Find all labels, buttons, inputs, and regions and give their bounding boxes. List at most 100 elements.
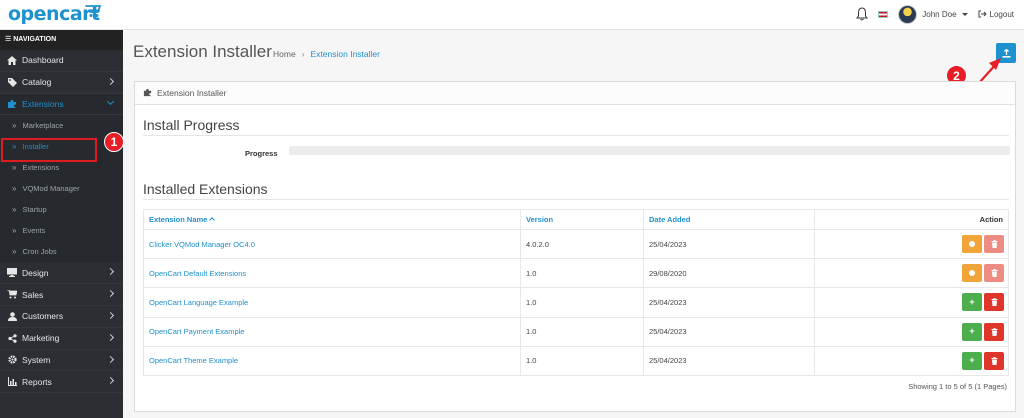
install-progress-title: Install Progress <box>143 117 1009 136</box>
chevron-right-icon <box>106 77 115 85</box>
sidebar-item-customers[interactable]: Customers <box>0 306 123 328</box>
trash-icon <box>991 269 997 278</box>
bar-chart-icon <box>7 377 17 387</box>
double-chevron-icon: » <box>12 247 17 257</box>
double-chevron-icon: » <box>12 121 17 131</box>
sidebar-item-extensions[interactable]: Extensions <box>0 93 123 116</box>
hamburger-icon: ☰ <box>5 36 14 43</box>
sidebar-item-reports[interactable]: Reports <box>0 371 123 394</box>
install-button[interactable]: + <box>962 322 982 341</box>
chevron-right-icon <box>106 355 115 363</box>
chevron-down-icon <box>106 97 115 105</box>
double-chevron-icon: » <box>12 226 17 236</box>
progress-bar <box>289 146 1010 155</box>
uninstall-button[interactable] <box>962 235 982 254</box>
sidebar-item-sales[interactable]: Sales <box>0 284 123 306</box>
annotation-highlight-box <box>1 138 97 162</box>
tag-icon <box>7 77 17 87</box>
column-header-version[interactable]: Version <box>520 209 644 230</box>
extension-version: 1.0 <box>520 345 644 376</box>
column-header-extension-name[interactable]: Extension Name <box>143 209 521 230</box>
sidebar-subitem-startup[interactable]: » Startup <box>0 199 123 221</box>
extension-actions: + <box>814 316 1009 347</box>
extension-name-link[interactable]: OpenCart Payment Example <box>143 316 521 347</box>
sidebar-subitem-marketplace[interactable]: » Marketplace <box>0 115 123 137</box>
extension-actions: + <box>814 287 1009 318</box>
extension-date-added: 25/04/2023 <box>643 316 815 347</box>
plus-icon: + <box>969 296 975 307</box>
trash-icon <box>991 356 997 365</box>
trash-icon <box>991 298 997 307</box>
install-button[interactable]: + <box>962 293 982 312</box>
column-header-date-added[interactable]: Date Added <box>643 209 815 230</box>
extension-actions <box>814 258 1009 289</box>
share-icon <box>7 333 17 343</box>
extension-date-added: 25/04/2023 <box>643 228 815 260</box>
logout-link[interactable]: Logout <box>978 10 1014 19</box>
puzzle-icon <box>143 88 152 99</box>
sidebar-subitem-events[interactable]: » Events <box>0 220 123 242</box>
extension-actions <box>814 228 1009 260</box>
table-row: OpenCart Theme Example 1.0 25/04/2023 + <box>143 345 1009 376</box>
breadcrumb-current[interactable]: Extension Installer <box>311 49 380 59</box>
sidebar-subitem-cron-jobs[interactable]: » Cron Jobs <box>0 241 123 263</box>
sidebar-item-design[interactable]: Design <box>0 262 123 285</box>
installed-extensions-title: Installed Extensions <box>143 181 1009 200</box>
table-row: Clicker VQMod Manager OC4.0 4.0.2.0 25/04/… <box>143 228 1009 260</box>
delete-button[interactable] <box>984 322 1004 341</box>
sidebar-item-marketing[interactable]: Marketing <box>0 328 123 350</box>
circle-icon <box>969 270 975 277</box>
top-header: opencart John Doe Logout <box>0 0 1024 30</box>
extension-date-added: 25/04/2023 <box>643 345 815 376</box>
panel-heading: Extension Installer <box>135 82 1015 105</box>
navigation-title[interactable]: ☰ NAVIGATION <box>0 30 123 50</box>
caret-down-icon <box>961 12 968 16</box>
extension-version: 1.0 <box>520 316 644 347</box>
user-menu[interactable]: John Doe <box>898 4 968 24</box>
bell-icon[interactable] <box>856 7 869 21</box>
delete-button[interactable] <box>984 235 1004 254</box>
home-icon <box>7 55 17 65</box>
pagination-summary: Showing 1 to 5 of 5 (1 Pages) <box>908 382 1007 391</box>
circle-icon <box>969 241 975 248</box>
extension-actions: + <box>814 345 1009 376</box>
delete-button[interactable] <box>984 293 1004 312</box>
chevron-right-icon <box>106 290 115 298</box>
breadcrumb-separator: › <box>301 49 305 59</box>
trash-icon <box>991 327 997 336</box>
sidebar-subitem-vqmod-manager[interactable]: » VQMod Manager <box>0 178 123 200</box>
sidebar-item-catalog[interactable]: Catalog <box>0 72 123 94</box>
sidebar-item-dashboard[interactable]: Dashboard <box>0 50 123 72</box>
chevron-right-icon <box>106 333 115 341</box>
install-button[interactable]: + <box>962 351 982 370</box>
sort-asc-icon <box>209 217 216 223</box>
delete-button[interactable] <box>984 351 1004 370</box>
extension-version: 1.0 <box>520 258 644 289</box>
extension-version: 1.0 <box>520 287 644 318</box>
chevron-right-icon <box>106 268 115 276</box>
extension-installer-panel: Extension Installer Install Progress Pro… <box>134 81 1016 412</box>
extension-name-link[interactable]: OpenCart Language Example <box>143 287 521 318</box>
double-chevron-icon: » <box>12 205 17 215</box>
extension-version: 4.0.2.0 <box>520 228 644 260</box>
page-title: Extension Installer <box>133 42 272 61</box>
sidebar-item-system[interactable]: System <box>0 350 123 372</box>
cart-logo-icon <box>85 5 102 17</box>
delete-button[interactable] <box>984 264 1004 283</box>
chevron-right-icon <box>106 311 115 320</box>
gear-icon <box>7 355 17 365</box>
uninstall-button[interactable] <box>962 264 982 283</box>
avatar <box>898 4 918 24</box>
table-row: OpenCart Payment Example 1.0 25/04/2023 + <box>143 316 1009 347</box>
extension-name-link[interactable]: Clicker VQMod Manager OC4.0 <box>143 228 521 260</box>
breadcrumb-home[interactable]: Home <box>273 49 296 59</box>
table-header-row: Extension Name Version Date Added Action <box>143 209 1009 230</box>
double-chevron-icon: » <box>12 163 17 173</box>
plus-icon: + <box>969 326 975 337</box>
progress-label: Progress <box>245 149 278 158</box>
language-flag-icon[interactable] <box>878 10 889 18</box>
extension-name-link[interactable]: OpenCart Theme Example <box>143 345 521 376</box>
monitor-icon <box>7 268 17 278</box>
double-chevron-icon: » <box>12 184 17 194</box>
extension-name-link[interactable]: OpenCart Default Extensions <box>143 258 521 289</box>
